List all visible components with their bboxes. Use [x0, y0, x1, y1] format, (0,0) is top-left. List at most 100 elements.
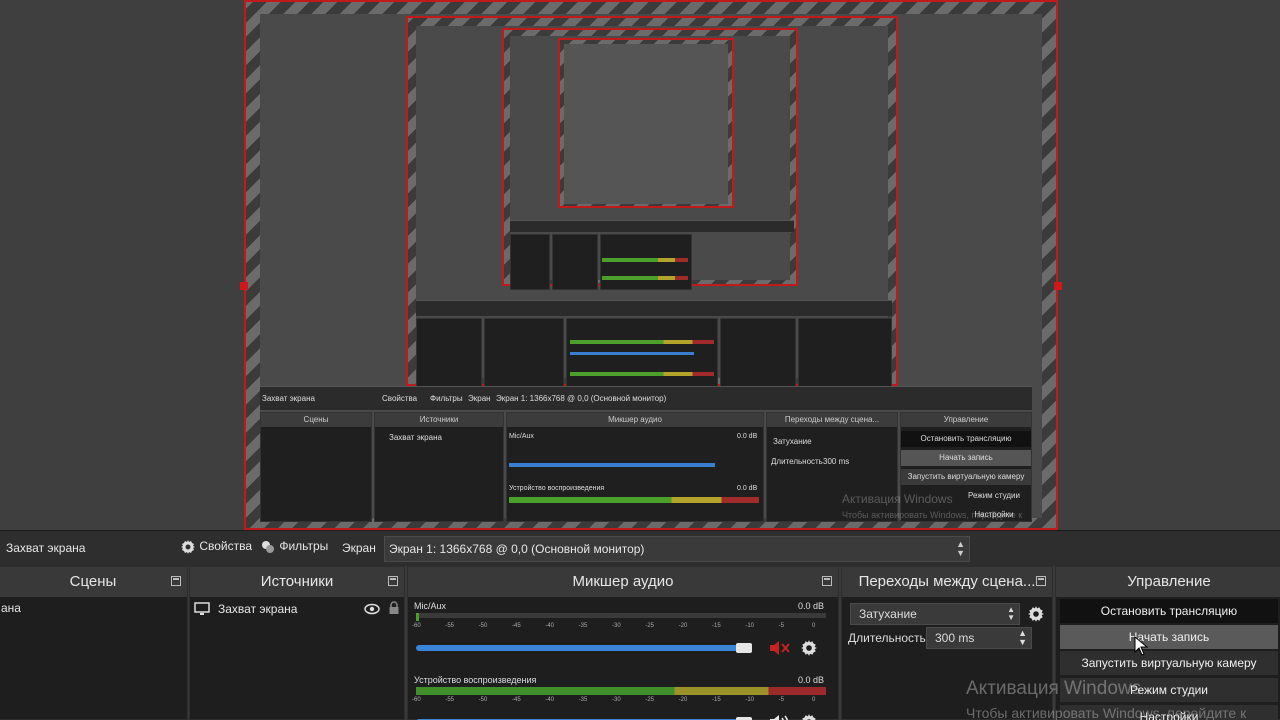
meter-tick-label: -5 [778, 623, 784, 629]
capture-inner-level4 [564, 44, 728, 204]
scenes-title: Сцены [69, 573, 117, 590]
gear-icon[interactable] [800, 713, 818, 720]
peak-meter-marker [416, 613, 419, 621]
filters-label: Фильтры [279, 539, 329, 554]
mini-toolbar-screen: Экран [468, 394, 491, 403]
preview-canvas[interactable]: Захват экрана Свойства Фильтры Экран Экр… [0, 0, 1280, 530]
mini-scenes-title: Сцены [261, 413, 371, 427]
meter-tick-label: -25 [645, 623, 654, 629]
meter-tick-label: -45 [512, 623, 521, 629]
mini-meter-level2-a [570, 340, 714, 344]
transition-select[interactable]: Затухание ▲ ▼ [850, 603, 1020, 625]
meter-tick-label: -50 [478, 623, 488, 629]
speaker-muted-icon[interactable] [768, 639, 792, 657]
mini-playback-db: 0.0 dB [737, 485, 758, 492]
spinner-arrows-icon: ▲ ▼ [1018, 628, 1027, 647]
scene-item[interactable]: ана [1, 601, 181, 619]
float-dock-icon[interactable] [171, 576, 181, 586]
speaker-icon[interactable] [768, 713, 792, 720]
meter-tick-label: -45 [512, 697, 521, 703]
scene-item-label: ана [1, 601, 21, 615]
volume-slider[interactable] [416, 645, 746, 651]
sources-dock: Источники Захват экрана [189, 566, 405, 720]
duration-input[interactable]: 300 ms ▲ ▼ [926, 627, 1032, 649]
meter-tick-label: -30 [612, 697, 621, 703]
properties-label: Свойства [199, 539, 253, 554]
scenes-title-bar: Сцены [0, 567, 187, 597]
meter-tick-label: -40 [545, 623, 554, 629]
mini-sources-level1: Источники Захват экрана [374, 412, 504, 522]
source-item[interactable]: Захват экрана [194, 601, 400, 619]
transition-select-value: Затухание [859, 607, 917, 621]
mixer-channel-name: Mic/Aux [414, 601, 447, 611]
mini-toolbar-level3 [510, 220, 794, 232]
meter-tick-label: -40 [545, 697, 554, 703]
mini-start-record: Начать запись [901, 450, 1031, 466]
mini-meter-level2-b [570, 372, 714, 376]
meter-tick-label: 0 [812, 623, 816, 629]
eye-icon[interactable] [364, 603, 380, 615]
mini-source-item: Захват экрана [389, 433, 442, 442]
mini-fade-label: Затухание [773, 437, 812, 446]
meter-tick-label: -55 [445, 697, 454, 703]
mixer-title-bar: Микшер аудио [408, 567, 838, 597]
mini-studio-mode: Режим студии [968, 491, 1020, 500]
filters-button[interactable]: Фильтры [260, 539, 328, 555]
sources-title: Источники [260, 573, 334, 590]
resize-handle-right[interactable] [1054, 282, 1062, 290]
start-virtual-camera-button[interactable]: Запустить виртуальную камеру [1060, 651, 1278, 675]
peak-meter-fill [416, 687, 826, 695]
mini-transitions-title: Переходы между сцена... [767, 413, 897, 427]
capture-frame-outer[interactable]: Захват экрана Свойства Фильтры Экран Экр… [244, 0, 1058, 530]
mini-toolbar-properties: Свойства [382, 394, 418, 403]
mini-sources-title: Источники [375, 413, 503, 427]
source-item-label: Захват экрана [218, 602, 298, 616]
mini-meter-level3-b [602, 276, 688, 280]
mini-mic-volume [509, 463, 715, 467]
mini-meter-level3-a [602, 258, 688, 262]
activation-watermark-title: Активация Windows [966, 678, 1142, 699]
mini-duration-label: Длительность [771, 457, 823, 466]
mixer-title: Микшер аудио [572, 573, 674, 590]
mini-controls-title: Управление [901, 413, 1031, 427]
mini-scenes-level2 [416, 318, 482, 388]
controls-title: Управление [1127, 573, 1211, 590]
mini-duration-value: 300 ms [823, 457, 850, 466]
mini-stop-stream: Остановить трансляцию [901, 431, 1031, 447]
capture-inner-level2 [416, 26, 892, 388]
mini-slider-level2-a [570, 352, 694, 355]
float-dock-icon[interactable] [1036, 576, 1046, 586]
mini-virtual-cam: Запустить виртуальную камеру [901, 469, 1031, 485]
gear-icon[interactable] [1027, 605, 1045, 623]
start-recording-button[interactable]: Начать запись [1060, 625, 1278, 649]
meter-tick-label: -10 [745, 697, 754, 703]
mouse-cursor-icon [1134, 636, 1148, 656]
meter-tick-label: -20 [678, 697, 688, 703]
capture-inner-level3 [510, 36, 794, 290]
screen-select[interactable]: Экран 1: 1366x768 @ 0,0 (Основной монито… [384, 536, 970, 562]
meter-tick-label: 0 [812, 697, 816, 703]
capture-frame-level2 [406, 16, 898, 388]
duration-label: Длительность [848, 631, 926, 645]
meter-tick-label: -15 [712, 623, 721, 629]
mini-toolbar-level1: Захват экрана Свойства Фильтры Экран Экр… [260, 386, 1032, 410]
mini-toolbar-source: Захват экрана [262, 394, 315, 403]
meter-tick-label: -15 [712, 697, 721, 703]
gear-icon[interactable] [800, 639, 818, 657]
mini-watermark-line2: Чтобы активировать Windows, перейдите к [842, 510, 1023, 520]
volume-slider-knob[interactable] [736, 643, 752, 653]
float-dock-icon[interactable] [388, 576, 398, 586]
mini-mic-label: Mic/Aux [509, 433, 534, 440]
mini-scenes-level1: Сцены [260, 412, 372, 522]
transitions-title-bar: Переходы между сцена... [842, 567, 1052, 597]
float-dock-icon[interactable] [822, 576, 832, 586]
capture-frame-level3 [502, 28, 798, 290]
lock-icon[interactable] [388, 601, 400, 615]
properties-button[interactable]: Свойства [180, 539, 252, 555]
stop-streaming-button[interactable]: Остановить трансляцию [1060, 599, 1278, 623]
mini-watermark-line1: Активация Windows [842, 492, 953, 506]
mini-mixer-level3 [600, 234, 692, 290]
mini-mic-db: 0.0 dB [737, 433, 758, 440]
mini-mixer-level1: Микшер аудио Mic/Aux 0.0 dB Устройство в… [506, 412, 764, 522]
resize-handle-left[interactable] [240, 282, 248, 290]
